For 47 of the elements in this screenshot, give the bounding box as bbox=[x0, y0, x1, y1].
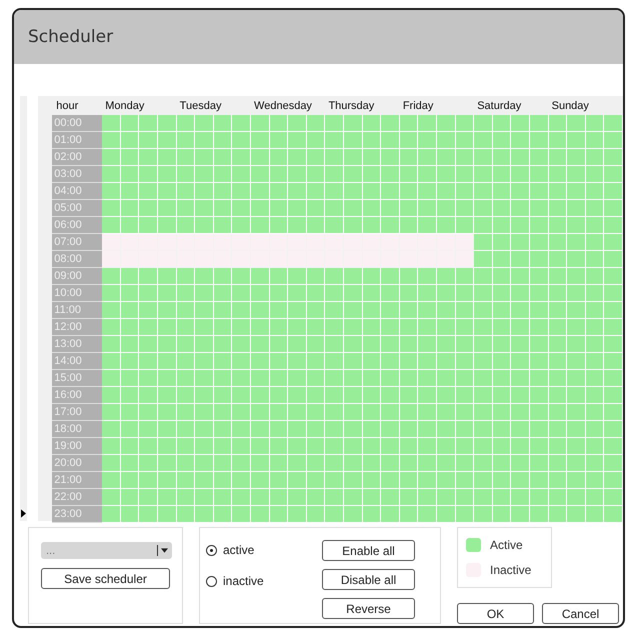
window-title: Scheduler bbox=[28, 27, 114, 47]
hour-cell: 17:00 bbox=[52, 404, 102, 421]
action-button[interactable]: Enable all bbox=[322, 540, 415, 561]
hour-cell: 06:00 bbox=[52, 217, 102, 234]
caret-icon bbox=[161, 548, 168, 553]
current-row-icon bbox=[21, 509, 26, 518]
hour-cell: 03:00 bbox=[52, 166, 102, 183]
hour-cell: 04:00 bbox=[52, 183, 102, 200]
dialog-button[interactable]: Cancel bbox=[542, 603, 619, 624]
save-scheduler-button[interactable]: Save scheduler bbox=[41, 568, 170, 589]
hour-cell: 01:00 bbox=[52, 132, 102, 149]
hour-cell: 08:00 bbox=[52, 251, 102, 268]
legend-label: Inactive bbox=[490, 563, 532, 577]
hour-cell: 02:00 bbox=[52, 149, 102, 166]
action-button[interactable]: Reverse bbox=[322, 598, 415, 619]
hour-cell: 05:00 bbox=[52, 200, 102, 217]
hour-cell: 10:00 bbox=[52, 285, 102, 302]
column-header: Thursday bbox=[327, 100, 376, 112]
column-header: Friday bbox=[402, 100, 434, 112]
hour-cell: 14:00 bbox=[52, 353, 102, 370]
dialog-button[interactable]: OK bbox=[457, 603, 534, 624]
hour-cell: 21:00 bbox=[52, 472, 102, 489]
radio-label[interactable]: active bbox=[223, 543, 254, 557]
hour-cell: 13:00 bbox=[52, 336, 102, 353]
column-header: Monday bbox=[104, 100, 146, 112]
hour-cell: 15:00 bbox=[52, 370, 102, 387]
column-header: Sunday bbox=[550, 100, 590, 112]
hour-cell: 22:00 bbox=[52, 489, 102, 506]
column-header: hour bbox=[55, 100, 80, 112]
radio-label[interactable]: inactive bbox=[223, 574, 264, 588]
hour-cell: 09:00 bbox=[52, 268, 102, 285]
radio-button[interactable] bbox=[206, 544, 217, 556]
hour-cell: 23:00 bbox=[52, 506, 102, 523]
column-header: Saturday bbox=[476, 100, 522, 112]
column-header: Wednesday bbox=[253, 100, 313, 112]
hour-cell: 07:00 bbox=[52, 234, 102, 251]
column-header: Tuesday bbox=[178, 100, 222, 112]
legend-label: Active bbox=[490, 538, 523, 552]
hour-cell: 11:00 bbox=[52, 302, 102, 319]
hour-cell: 20:00 bbox=[52, 455, 102, 472]
hour-cell: 00:00 bbox=[52, 115, 102, 132]
hour-cell: 19:00 bbox=[52, 438, 102, 455]
hour-cell: 18:00 bbox=[52, 421, 102, 438]
action-button[interactable]: Disable all bbox=[322, 569, 415, 590]
hour-cell: 16:00 bbox=[52, 387, 102, 404]
hour-cell: 12:00 bbox=[52, 319, 102, 336]
radio-button[interactable] bbox=[206, 576, 217, 586]
